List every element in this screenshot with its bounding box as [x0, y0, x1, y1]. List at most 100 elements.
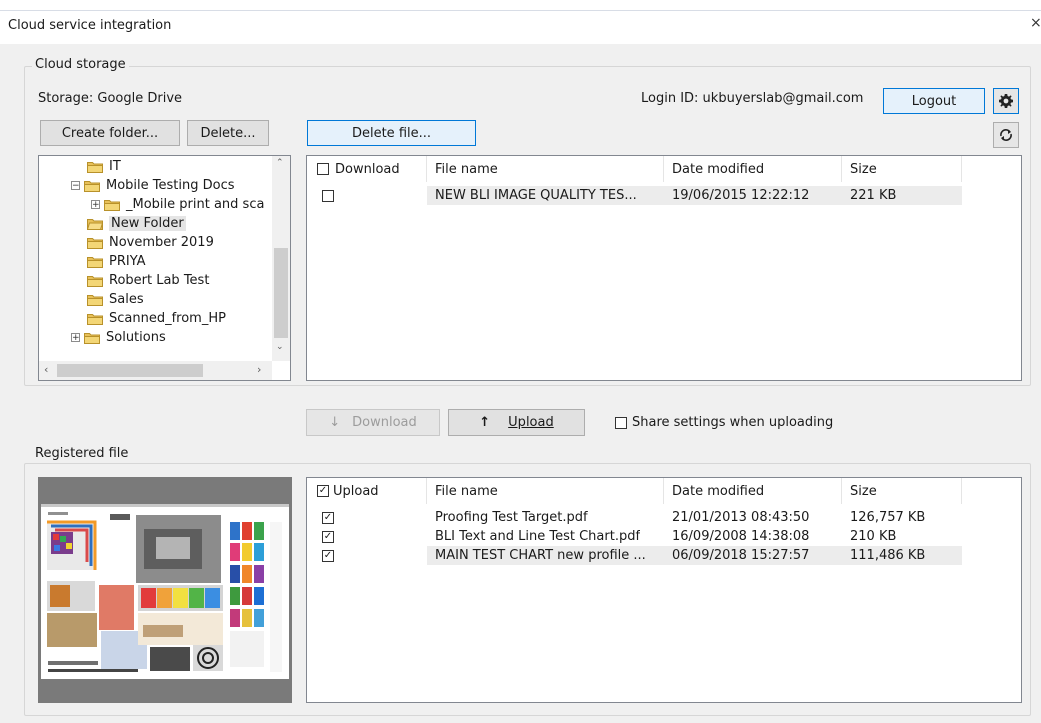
upload-button[interactable]: ↑ Upload	[448, 409, 585, 436]
size-cell: 126,757 KB	[850, 510, 926, 525]
delete-file-button[interactable]: Delete file...	[307, 120, 476, 146]
col-upload-label: Upload	[333, 483, 379, 499]
folder-icon	[87, 275, 103, 287]
scroll-left-icon[interactable]: ‹	[44, 363, 48, 376]
folder-icon	[87, 294, 103, 306]
delete-folder-button[interactable]: Delete...	[187, 120, 269, 146]
registered-file-label: Registered file	[32, 446, 132, 461]
tree-item-label: Sales	[109, 292, 144, 307]
tree-item[interactable]: PRIYA	[87, 252, 146, 271]
tree-item[interactable]: Sales	[87, 290, 144, 309]
file-row[interactable]: ✓ BLI Text and Line Test Chart.pdf 16/09/2…	[307, 527, 962, 546]
tree-item-label: November 2019	[109, 235, 214, 250]
folder-icon	[87, 218, 103, 230]
row-checkbox-cell: ✓	[322, 546, 334, 565]
row-checkbox-cell: ✓	[322, 508, 334, 527]
login-id-label: Login ID: ukbuyerslab@gmail.com	[641, 91, 864, 106]
col-download-label: Download	[335, 161, 400, 177]
tree-horizontal-scrollbar[interactable]: ‹ ›	[39, 361, 272, 380]
storage-label: Storage: Google Drive	[38, 91, 183, 106]
scroll-down-icon[interactable]: ⌄	[276, 342, 284, 352]
up-arrow-icon: ↑	[479, 415, 491, 430]
col-size[interactable]: Size	[842, 156, 962, 182]
tree-horizontal-thumb[interactable]	[57, 364, 203, 377]
file-preview	[38, 477, 292, 703]
share-settings-checkbox[interactable]	[615, 416, 627, 429]
download-checkbox[interactable]	[322, 189, 334, 202]
file-row[interactable]: ✓ Proofing Test Target.pdf 21/01/2013 08:4…	[307, 508, 962, 527]
tree-item-label: New Folder	[109, 216, 186, 231]
row-checkbox-cell	[322, 186, 334, 205]
share-settings-option[interactable]: Share settings when uploading	[615, 415, 833, 430]
upload-checkbox[interactable]: ✓	[322, 549, 334, 562]
col-date-modified[interactable]: Date modified	[664, 156, 842, 182]
tree-vertical-scrollbar[interactable]: ⌃ ⌄	[272, 156, 290, 361]
col-upload[interactable]: ✓ Upload	[307, 478, 427, 504]
file-row[interactable]: NEW BLI IMAGE QUALITY TES... 19/06/2015 1…	[307, 186, 962, 205]
tree-item[interactable]: November 2019	[87, 233, 214, 252]
folder-icon	[104, 199, 120, 211]
cloud-file-list[interactable]: Download File name Date modified Size NE…	[306, 155, 1022, 381]
download-all-checkbox[interactable]	[317, 163, 329, 175]
download-button[interactable]: ↓ Download	[306, 409, 440, 436]
tree-vertical-thumb[interactable]	[274, 248, 288, 338]
test-chart-preview-image	[41, 504, 289, 679]
title-bar: Cloud service integration ×	[0, 0, 1041, 44]
upload-button-label: Upload	[508, 415, 554, 430]
file-row[interactable]: ✓ MAIN TEST CHART new profile ... 06/09/20…	[307, 546, 962, 565]
down-arrow-icon: ↓	[329, 415, 341, 430]
close-icon[interactable]: ×	[1030, 16, 1041, 30]
collapse-icon[interactable]: −	[71, 181, 80, 191]
title-divider	[0, 10, 1041, 11]
tree-item[interactable]: New Folder	[87, 214, 186, 233]
tree-item-label: _Mobile print and sca	[126, 197, 265, 212]
refresh-icon	[1000, 129, 1012, 141]
folder-icon	[87, 161, 103, 173]
registered-file-list[interactable]: ✓ Upload File name Date modified Size ✓ P…	[306, 477, 1022, 703]
gear-icon	[999, 94, 1013, 108]
tree-item-label: Solutions	[106, 330, 166, 345]
settings-button[interactable]	[993, 88, 1019, 114]
refresh-button[interactable]	[993, 122, 1019, 148]
date-cell: 21/01/2013 08:43:50	[672, 510, 810, 525]
expand-icon[interactable]: +	[91, 200, 100, 210]
folder-tree[interactable]: IT − Mobile Testing Docs + _Mobile print and…	[38, 155, 291, 381]
scroll-up-icon[interactable]: ⌃	[276, 158, 284, 168]
download-button-label: Download	[352, 415, 417, 430]
row-checkbox-cell: ✓	[322, 527, 334, 546]
date-cell: 19/06/2015 12:22:12	[672, 188, 810, 203]
col-reg-date-modified[interactable]: Date modified	[664, 478, 842, 504]
tree-item-label: IT	[109, 159, 121, 174]
tree-item[interactable]: Scanned_from_HP	[87, 309, 226, 328]
tree-item-label: Scanned_from_HP	[109, 311, 226, 326]
upload-checkbox[interactable]: ✓	[322, 511, 334, 524]
tree-item[interactable]: − Mobile Testing Docs	[71, 176, 235, 195]
checkmark-icon: ✓	[318, 485, 328, 496]
col-reg-size[interactable]: Size	[842, 478, 962, 504]
upload-checkbox[interactable]: ✓	[322, 530, 334, 543]
file-name-cell: NEW BLI IMAGE QUALITY TES...	[435, 188, 637, 203]
logout-button[interactable]: Logout	[883, 88, 985, 114]
window-title: Cloud service integration	[8, 18, 172, 33]
scroll-right-icon[interactable]: ›	[257, 363, 261, 376]
checkmark-icon: ✓	[323, 530, 333, 542]
expand-icon[interactable]: +	[71, 333, 80, 343]
size-cell: 111,486 KB	[850, 548, 926, 563]
size-cell: 221 KB	[850, 188, 897, 203]
folder-icon	[84, 332, 100, 344]
tree-item[interactable]: IT	[87, 157, 121, 176]
tree-item[interactable]: Robert Lab Test	[87, 271, 209, 290]
file-name-cell: Proofing Test Target.pdf	[435, 510, 588, 525]
file-name-cell: MAIN TEST CHART new profile ...	[435, 548, 646, 563]
col-reg-file-name[interactable]: File name	[427, 478, 664, 504]
col-download[interactable]: Download	[307, 156, 427, 182]
folder-icon	[84, 180, 100, 192]
folder-icon	[87, 313, 103, 325]
tree-item[interactable]: + Solutions	[71, 328, 166, 347]
create-folder-button[interactable]: Create folder...	[40, 120, 180, 146]
cloud-storage-label: Cloud storage	[32, 57, 129, 72]
upload-all-checkbox[interactable]: ✓	[317, 485, 329, 497]
col-file-name[interactable]: File name	[427, 156, 664, 182]
checkmark-icon: ✓	[323, 549, 333, 561]
tree-item[interactable]: + _Mobile print and sca	[91, 195, 264, 214]
